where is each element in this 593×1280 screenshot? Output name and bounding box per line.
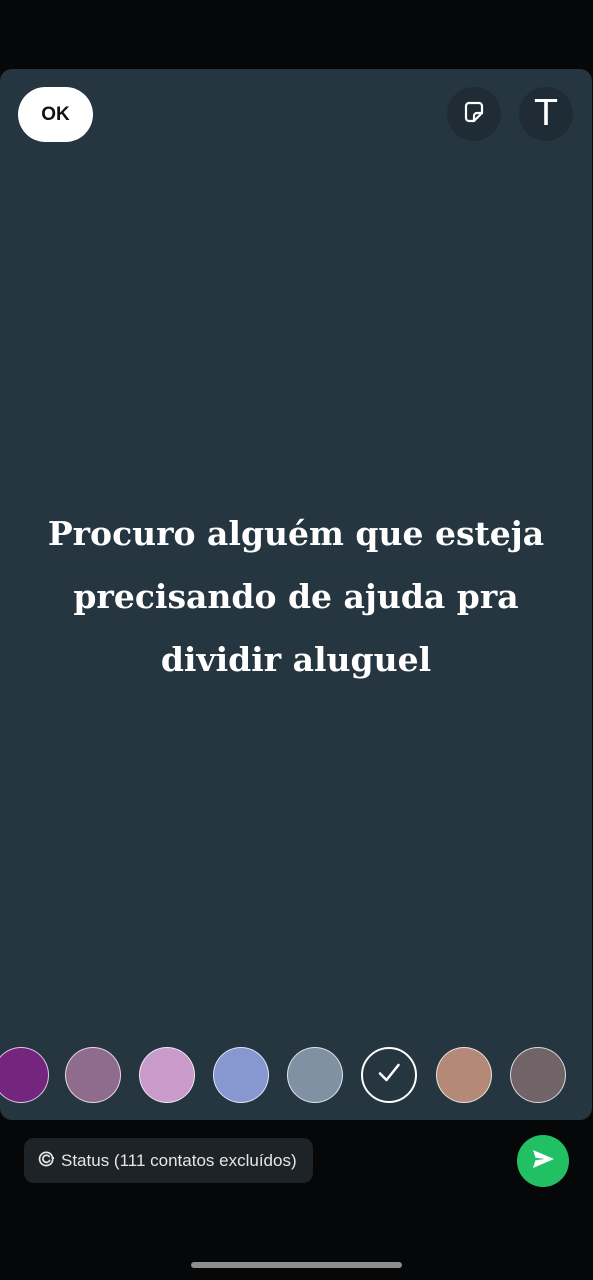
color-swatch-tan[interactable]	[436, 1047, 492, 1103]
ok-button[interactable]: OK	[18, 87, 93, 142]
text-tool-icon: T	[535, 93, 557, 134]
send-button[interactable]	[517, 1135, 569, 1187]
color-swatch-slate[interactable]	[287, 1047, 343, 1103]
status-text[interactable]: Procuro alguém que esteja precisando de …	[30, 502, 562, 691]
audience-selector[interactable]: Status (111 contatos excluídos)	[24, 1138, 313, 1183]
color-palette	[0, 1045, 592, 1107]
sticker-button[interactable]	[447, 87, 501, 141]
sticker-icon	[461, 99, 487, 130]
color-swatch-mauve[interactable]	[65, 1047, 121, 1103]
text-tool-button[interactable]: T	[519, 87, 573, 141]
color-swatch-periwinkle[interactable]	[213, 1047, 269, 1103]
send-icon	[530, 1146, 556, 1177]
color-swatch-taupe[interactable]	[510, 1047, 566, 1103]
home-indicator	[191, 1262, 402, 1268]
color-swatch-selected[interactable]	[361, 1047, 417, 1103]
screen: OK T Procuro alguém que esteja precisand…	[0, 0, 593, 1280]
check-icon	[374, 1058, 404, 1093]
color-swatch-purple[interactable]	[0, 1047, 49, 1103]
status-canvas[interactable]: OK T Procuro alguém que esteja precisand…	[0, 69, 592, 1120]
status-icon	[38, 1150, 55, 1172]
color-swatch-pink[interactable]	[139, 1047, 195, 1103]
audience-label: Status (111 contatos excluídos)	[61, 1150, 297, 1170]
